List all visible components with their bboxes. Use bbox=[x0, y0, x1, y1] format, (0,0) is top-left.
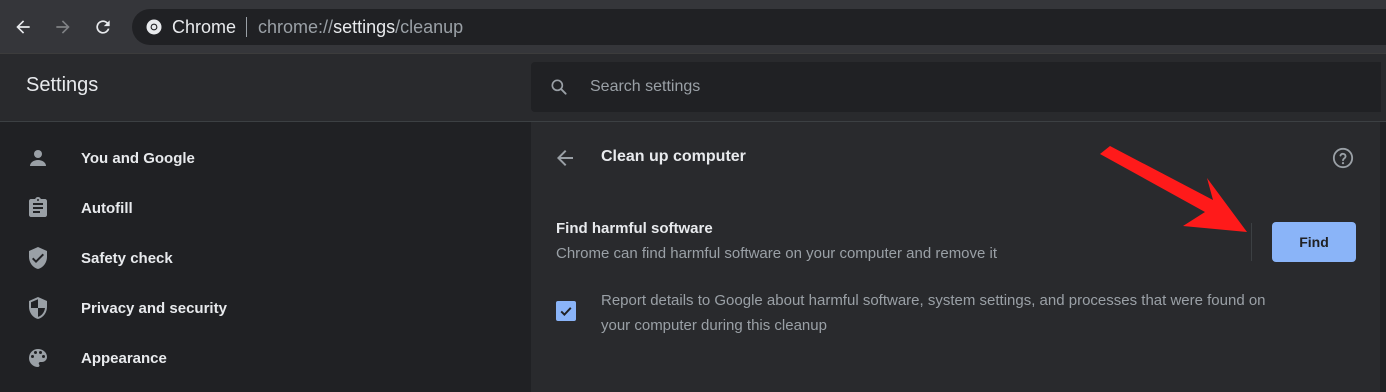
report-details-checkbox[interactable] bbox=[556, 301, 576, 321]
palette-icon bbox=[29, 349, 47, 367]
help-icon[interactable] bbox=[1332, 147, 1354, 169]
url-text: chrome://settings/cleanup bbox=[258, 17, 463, 38]
person-icon bbox=[30, 150, 46, 166]
sidebar-item-autofill[interactable]: Autofill bbox=[0, 183, 531, 233]
settings-header: Settings bbox=[0, 54, 1386, 122]
chrome-logo-icon bbox=[146, 19, 162, 35]
sidebar-item-label: Safety check bbox=[81, 249, 173, 267]
report-details-line-2: your computer during this cleanup bbox=[601, 317, 827, 334]
site-chip: Chrome bbox=[172, 16, 237, 37]
back-arrow-icon[interactable] bbox=[553, 146, 577, 170]
checkmark-icon bbox=[560, 307, 572, 316]
url-path: /cleanup bbox=[395, 16, 464, 37]
search-input[interactable] bbox=[588, 77, 1381, 97]
forward-button[interactable] bbox=[48, 10, 78, 44]
sidebar-item-safety-check[interactable]: Safety check bbox=[0, 233, 531, 283]
reload-icon bbox=[96, 20, 110, 34]
find-harmful-software-description: Chrome can find harmful software on your… bbox=[556, 245, 998, 262]
reload-button[interactable] bbox=[88, 10, 118, 44]
clipboard-icon bbox=[29, 197, 47, 217]
url-scheme: chrome:// bbox=[258, 16, 334, 37]
sidebar: You and Google Autofill Safety check Pri… bbox=[0, 122, 531, 392]
chip-divider bbox=[246, 17, 248, 37]
shield-icon bbox=[29, 297, 47, 319]
arrow-right-icon bbox=[56, 20, 70, 34]
report-details-label: Report details to Google about harmful s… bbox=[601, 288, 1331, 338]
sidebar-item-appearance[interactable]: Appearance bbox=[0, 333, 531, 383]
browser-toolbar: Chrome chrome://settings/cleanup bbox=[0, 0, 1386, 54]
search-box[interactable] bbox=[531, 62, 1381, 112]
red-annotation-arrow bbox=[1100, 146, 1247, 232]
find-harmful-software-title: Find harmful software bbox=[556, 220, 713, 237]
sidebar-item-privacy-and-security[interactable]: Privacy and security bbox=[0, 283, 531, 333]
sidebar-item-label: Autofill bbox=[81, 199, 133, 217]
sidebar-item-label: You and Google bbox=[81, 149, 195, 167]
shield-check-icon bbox=[29, 247, 47, 269]
url-host: settings bbox=[333, 16, 396, 37]
sidebar-item-you-and-google[interactable]: You and Google bbox=[0, 133, 531, 183]
arrow-left-icon bbox=[16, 20, 30, 34]
report-details-line-1: Report details to Google about harmful s… bbox=[601, 292, 1266, 309]
sidebar-item-label: Privacy and security bbox=[81, 299, 227, 317]
sidebar-item-label: Appearance bbox=[81, 349, 167, 367]
search-icon bbox=[549, 77, 569, 97]
back-button[interactable] bbox=[8, 10, 38, 44]
find-button[interactable]: Find bbox=[1272, 222, 1356, 262]
page-title: Settings bbox=[26, 74, 99, 96]
section-title: Clean up computer bbox=[601, 148, 746, 165]
address-bar[interactable]: Chrome chrome://settings/cleanup bbox=[132, 9, 1386, 45]
